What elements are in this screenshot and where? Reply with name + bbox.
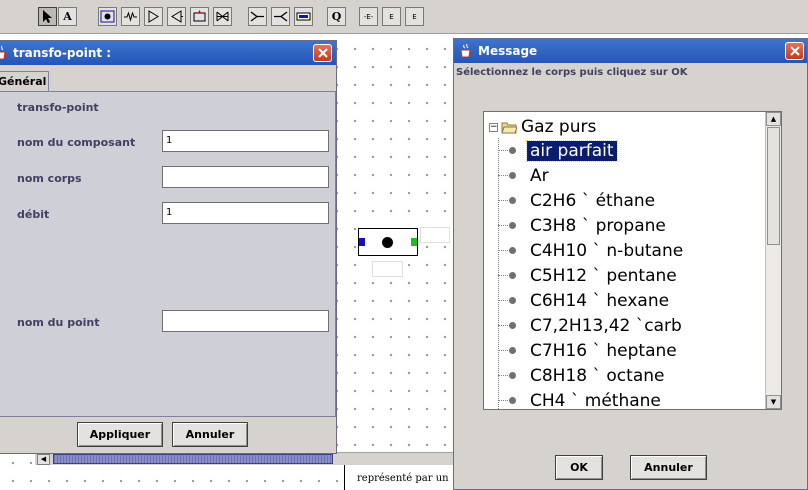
component-label-field[interactable]	[420, 227, 450, 243]
leaf-bullet-icon	[509, 147, 516, 154]
tree-item[interactable]: CH4 ` méthane	[498, 388, 664, 410]
tree-item[interactable]: air parfait	[498, 138, 618, 163]
leaf-bullet-icon	[509, 272, 516, 279]
turbine-tool-icon[interactable]	[167, 7, 186, 26]
tab-general[interactable]: Général	[0, 71, 49, 91]
leaf-bullet-icon	[509, 247, 516, 254]
tree-item-label: air parfait	[526, 139, 618, 162]
scroll-down-icon[interactable]: ▼	[766, 395, 781, 409]
close-icon[interactable]	[313, 44, 332, 62]
text-tool-icon[interactable]: A	[58, 7, 77, 26]
leaf-bullet-icon	[509, 347, 516, 354]
cancel-button[interactable]: Annuler	[630, 455, 707, 480]
scrollbar-thumb[interactable]	[767, 127, 780, 245]
java-cup-icon	[0, 45, 7, 60]
component-name-label: nom du composant	[17, 136, 136, 149]
external-in-tool-label: E	[389, 12, 394, 21]
point-name-input[interactable]	[162, 310, 329, 332]
close-icon[interactable]	[785, 42, 804, 60]
leaf-bullet-icon	[509, 322, 516, 329]
flow-line-tool-icon[interactable]	[121, 7, 140, 26]
message-titlebar[interactable]: Message	[454, 39, 807, 63]
body-tree[interactable]: − Gaz purs air parfait Ar C2H6 ` éthane …	[483, 111, 782, 410]
leaf-bullet-icon	[509, 372, 516, 379]
heat-transfer-tool-icon[interactable]: Q	[327, 7, 346, 26]
cancel-button[interactable]: Annuler	[172, 422, 248, 447]
component-name-field[interactable]	[372, 261, 403, 277]
body-name-label: nom corps	[17, 172, 82, 185]
valve-tool-icon[interactable]	[213, 7, 232, 26]
input-port[interactable]	[359, 238, 365, 246]
tree-item[interactable]: C7H16 ` heptane	[498, 338, 680, 363]
transfo-point-component[interactable]	[358, 228, 418, 256]
exchanger-tool-icon[interactable]	[294, 7, 313, 26]
scroll-left-icon[interactable]: ◀	[37, 454, 50, 465]
tree-item-label: CH4 ` méthane	[530, 390, 661, 410]
flow-rate-label: débit	[17, 208, 50, 221]
flow-rate-input[interactable]: 1	[162, 202, 329, 224]
instruction-text: Sélectionnez le corps puis cliquez sur O…	[456, 67, 688, 78]
ok-button[interactable]: OK	[555, 455, 603, 480]
tree-item[interactable]: Ar	[498, 163, 552, 188]
mixer-tool-icon[interactable]	[248, 7, 267, 26]
tree-item-label: C5H12 ` pentane	[530, 265, 677, 286]
leaf-bullet-icon	[509, 172, 516, 179]
message-title: Message	[478, 44, 538, 58]
message-dialog: Message Sélectionnez le corps puis cliqu…	[453, 38, 808, 490]
tree-item[interactable]: C4H10 ` n-butane	[498, 238, 686, 263]
divider-tool-icon[interactable]	[271, 7, 290, 26]
element-tool-icon[interactable]: -E-	[359, 7, 378, 26]
tree-item[interactable]: C6H14 ` hexane	[498, 288, 672, 313]
element-tool-label: -E-	[363, 12, 374, 21]
leaf-bullet-icon	[509, 297, 516, 304]
point-tool-icon[interactable]	[98, 7, 117, 26]
canvas-footer-text: représenté par un	[344, 465, 456, 490]
dialog-titlebar[interactable]: transfo-point :	[0, 41, 336, 65]
tree-item[interactable]: C8H18 ` octane	[498, 363, 667, 388]
toolbar: A Q -E- E E	[0, 0, 808, 34]
compressor-tool-icon[interactable]	[144, 7, 163, 26]
scrollbar-thumb[interactable]	[53, 454, 333, 464]
tree-item-label: C3H8 ` propane	[530, 215, 666, 236]
tree-item-label: C8H18 ` octane	[530, 365, 665, 386]
tree-item-label: C4H10 ` n-butane	[530, 240, 684, 261]
transfo-point-dialog: transfo-point : Général transfo-point no…	[0, 40, 337, 454]
tree-item-label: C7H16 ` heptane	[530, 340, 677, 361]
point-name-label: nom du point	[17, 316, 100, 329]
external-out-tool-label: E	[412, 12, 417, 21]
external-in-tool-icon[interactable]: E	[382, 7, 401, 26]
component-name-input[interactable]: 1	[162, 130, 329, 152]
body-name-input[interactable]	[162, 166, 329, 188]
folder-open-icon	[501, 122, 517, 133]
tree-vertical-scrollbar[interactable]: ▲ ▼	[765, 112, 781, 409]
tree-item[interactable]: C5H12 ` pentane	[498, 263, 680, 288]
combustion-tool-icon[interactable]	[190, 7, 209, 26]
tree-root-node[interactable]: − Gaz purs	[489, 116, 596, 138]
tree-item-label: C6H14 ` hexane	[530, 290, 670, 311]
tree-item-label: C7,2H13,42 `carb	[530, 315, 682, 336]
leaf-bullet-icon	[509, 197, 516, 204]
tree-item[interactable]: C3H8 ` propane	[498, 213, 669, 238]
collapse-icon[interactable]: −	[489, 122, 498, 132]
tree-item[interactable]: C7,2H13,42 `carb	[498, 313, 685, 338]
dialog-title: transfo-point :	[13, 46, 112, 60]
scroll-up-icon[interactable]: ▲	[766, 112, 781, 126]
tree-root-label: Gaz purs	[521, 117, 597, 137]
tree-item[interactable]: C2H6 ` éthane	[498, 188, 658, 213]
output-port[interactable]	[411, 238, 417, 246]
leaf-bullet-icon	[509, 397, 516, 404]
pointer-arrow-icon[interactable]	[38, 7, 57, 26]
java-cup-icon	[460, 43, 472, 58]
tree-item-label: C2H6 ` éthane	[530, 190, 656, 211]
external-out-tool-icon[interactable]: E	[405, 7, 424, 26]
panel-heading: transfo-point	[17, 101, 99, 114]
leaf-bullet-icon	[509, 222, 516, 229]
point-marker-icon	[382, 237, 393, 248]
apply-button[interactable]: Appliquer	[77, 422, 163, 447]
tree-item-label: Ar	[530, 165, 549, 186]
general-panel: transfo-point nom du composant 1 nom cor…	[0, 91, 336, 417]
